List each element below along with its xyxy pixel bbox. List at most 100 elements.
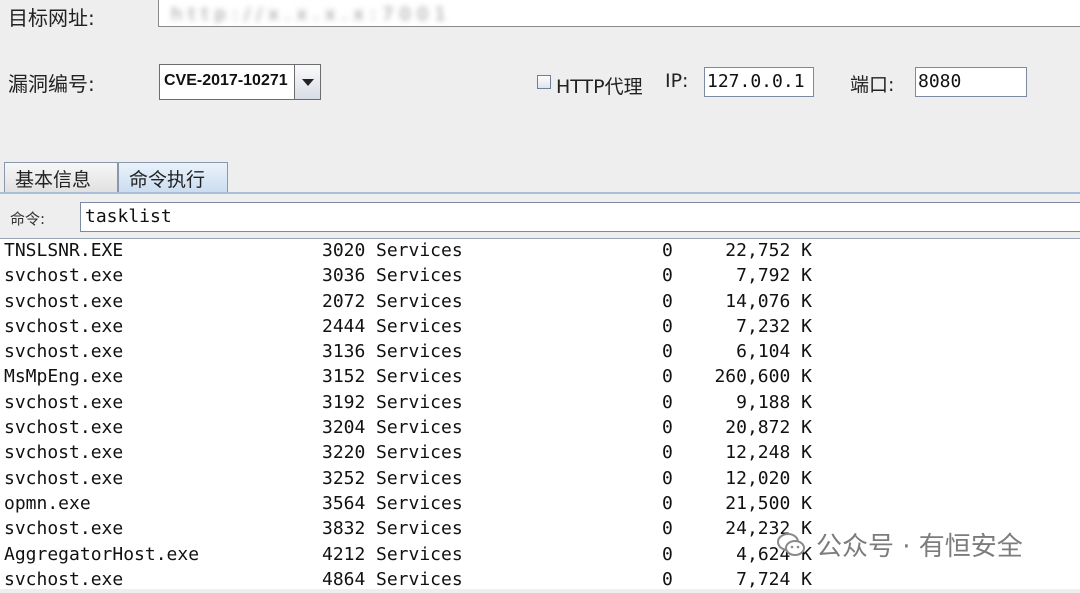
chevron-down-icon[interactable] [294,65,320,99]
process-mem: 7,792 K [736,265,812,287]
process-mem: 21,500 K [725,492,812,514]
table-row: svchost.exe 3036 Services 0 7,792 K [0,264,1080,289]
target-url-value: http://x.x.x.x:7001 [171,4,452,25]
process-mem: 20,872 K [725,417,812,439]
table-row: svchost.exe 3220 Services 0 12,248 K [0,441,1080,466]
process-pid: 3192 [322,391,366,413]
table-row: svchost.exe 4864 Services 0 7,724 K [0,568,1080,593]
command-input[interactable]: tasklist [80,202,1080,232]
process-pid: 3564 [322,492,366,514]
process-session-num: 0 [662,568,673,590]
process-name: svchost.exe [4,290,124,312]
target-url-input[interactable]: http://x.x.x.x:7001 [158,0,1080,27]
process-name: MsMpEng.exe [4,366,124,388]
table-row: TNSLSNR.EXE 3020 Services 0 22,752 K [0,239,1080,264]
process-mem: 6,104 K [736,341,812,363]
tab-basic-info[interactable]: 基本信息 [4,162,118,192]
watermark: 公众号 · 有恒安全 [776,526,1023,563]
table-row: opmn.exe 3564 Services 0 21,500 K [0,492,1080,517]
process-session: Services [376,568,463,590]
process-name: svchost.exe [4,341,124,363]
process-session: Services [376,315,463,337]
process-pid: 4212 [322,543,366,565]
process-mem: 12,248 K [725,442,812,464]
process-pid: 3832 [322,518,366,540]
process-session: Services [376,265,463,287]
process-session-num: 0 [662,417,673,439]
process-session: Services [376,341,463,363]
process-session: Services [376,518,463,540]
process-pid: 2072 [322,290,366,312]
port-label: 端口: [850,74,895,96]
table-row: svchost.exe 2444 Services 0 7,232 K [0,315,1080,340]
command-label: 命令: [10,210,46,228]
table-row: MsMpEng.exe 3152 Services 0 260,600 K [0,365,1080,390]
watermark-text: 公众号 · 有恒安全 [816,532,1023,562]
process-mem: 7,724 K [736,568,812,590]
table-row: svchost.exe 3192 Services 0 9,188 K [0,391,1080,416]
process-session-num: 0 [662,543,673,565]
process-pid: 3020 [322,240,366,261]
process-pid: 2444 [322,315,366,337]
port-input[interactable]: 8080 [915,67,1027,97]
process-name: svchost.exe [4,315,124,337]
table-row: svchost.exe 2072 Services 0 14,076 K [0,290,1080,315]
process-session-num: 0 [662,366,673,388]
process-session-num: 0 [662,391,673,413]
process-name: svchost.exe [4,391,124,413]
process-session: Services [376,391,463,413]
process-mem: 12,020 K [725,467,812,489]
process-session-num: 0 [662,315,673,337]
process-pid: 3152 [322,366,366,388]
vuln-id-selected: CVE-2017-10271 [164,72,288,89]
process-mem: 7,232 K [736,315,812,337]
process-session-num: 0 [662,240,673,261]
process-mem: 22,752 K [725,240,812,261]
process-session-num: 0 [662,442,673,464]
process-session-num: 0 [662,290,673,312]
http-proxy-label: HTTP代理 [556,76,643,98]
process-session: Services [376,467,463,489]
process-name: svchost.exe [4,265,124,287]
tab-command-exec[interactable]: 命令执行 [118,162,228,194]
table-row: svchost.exe 3204 Services 0 20,872 K [0,416,1080,441]
process-mem: 14,076 K [725,290,812,312]
vuln-id-select[interactable]: CVE-2017-10271 [159,64,321,100]
process-name: TNSLSNR.EXE [4,240,124,261]
process-session: Services [376,543,463,565]
process-name: svchost.exe [4,518,124,540]
process-pid: 3204 [322,417,366,439]
process-session-num: 0 [662,341,673,363]
process-session: Services [376,492,463,514]
process-session: Services [376,240,463,261]
ip-input[interactable]: 127.0.0.1 [704,67,814,97]
process-name: opmn.exe [4,492,91,514]
vuln-id-label: 漏洞编号: [8,72,95,96]
wechat-icon [776,530,806,560]
process-session-num: 0 [662,492,673,514]
process-session-num: 0 [662,467,673,489]
process-pid: 3136 [322,341,366,363]
process-session-num: 0 [662,518,673,540]
http-proxy-checkbox[interactable] [537,75,551,89]
process-pid: 3252 [322,467,366,489]
process-name: svchost.exe [4,417,124,439]
process-session: Services [376,417,463,439]
table-row: svchost.exe 3136 Services 0 6,104 K [0,340,1080,365]
process-pid: 4864 [322,568,366,590]
process-session: Services [376,366,463,388]
process-pid: 3036 [322,265,366,287]
process-name: svchost.exe [4,568,124,590]
process-session: Services [376,442,463,464]
process-name: svchost.exe [4,442,124,464]
process-session: Services [376,290,463,312]
process-session-num: 0 [662,265,673,287]
table-row: svchost.exe 3252 Services 0 12,020 K [0,467,1080,492]
ip-label: IP: [665,70,689,92]
process-mem: 9,188 K [736,391,812,413]
process-pid: 3220 [322,442,366,464]
process-name: svchost.exe [4,467,124,489]
process-mem: 260,600 K [714,366,812,388]
process-name: AggregatorHost.exe [4,543,200,565]
target-url-label: 目标网址: [8,6,95,30]
